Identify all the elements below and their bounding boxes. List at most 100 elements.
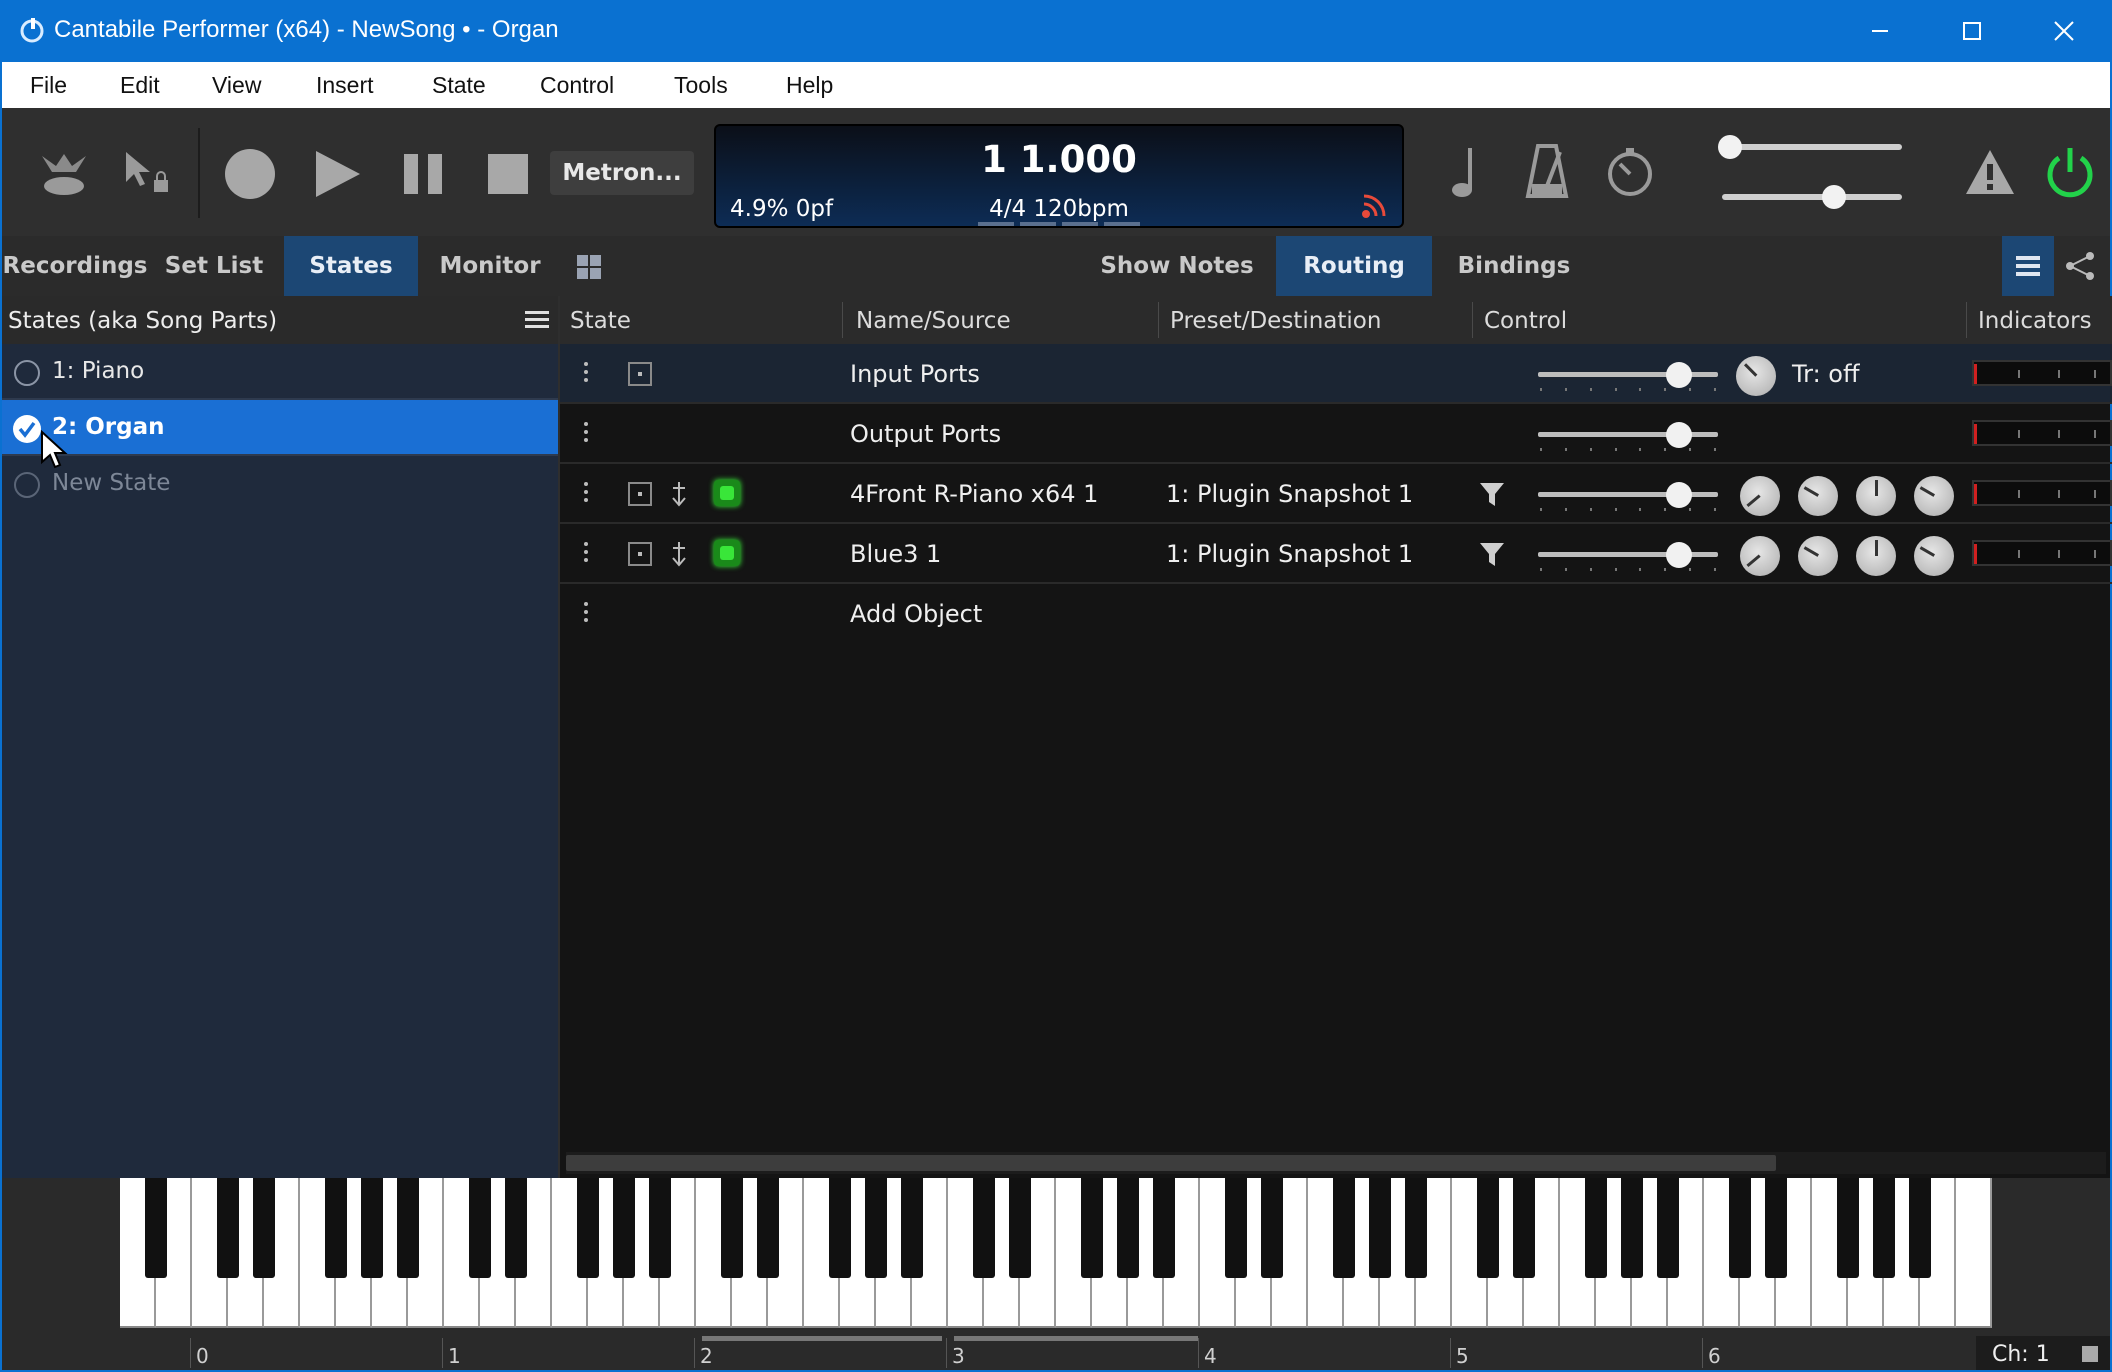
black-key[interactable] bbox=[217, 1178, 239, 1278]
black-key[interactable] bbox=[1873, 1178, 1895, 1278]
black-key[interactable] bbox=[253, 1178, 275, 1278]
state-radio[interactable] bbox=[14, 472, 40, 498]
menu-view[interactable]: View bbox=[212, 72, 261, 99]
minimize-button[interactable] bbox=[1834, 0, 1926, 62]
black-key[interactable] bbox=[613, 1178, 635, 1278]
active-led-icon[interactable] bbox=[714, 540, 740, 566]
master-input-slider[interactable] bbox=[1720, 144, 1902, 150]
metronome-toggle-button[interactable] bbox=[1522, 140, 1572, 202]
white-key[interactable] bbox=[1956, 1178, 1992, 1328]
state-item-organ[interactable]: 2: Organ bbox=[2, 400, 558, 456]
param-knob-4[interactable] bbox=[1914, 476, 1954, 516]
param-knob-1[interactable] bbox=[1740, 476, 1780, 516]
connections-view-button[interactable] bbox=[2060, 250, 2100, 282]
transpose-knob[interactable] bbox=[1736, 356, 1776, 396]
stop-button[interactable] bbox=[480, 146, 536, 202]
black-key[interactable] bbox=[469, 1178, 491, 1278]
list-view-button[interactable] bbox=[2002, 236, 2054, 296]
black-key[interactable] bbox=[1909, 1178, 1931, 1278]
black-key[interactable] bbox=[649, 1178, 671, 1278]
black-key[interactable] bbox=[1765, 1178, 1787, 1278]
drag-handle-icon[interactable] bbox=[584, 480, 590, 508]
menu-file[interactable]: File bbox=[30, 72, 67, 99]
column-indicators[interactable]: Indicators bbox=[1978, 308, 2092, 334]
black-key[interactable] bbox=[1405, 1178, 1427, 1278]
tab-recordings[interactable]: Recordings bbox=[3, 236, 148, 296]
routing-row-blue3[interactable]: Blue3 1 1: Plugin Snapshot 1 bbox=[560, 524, 2112, 584]
expand-icon[interactable] bbox=[628, 542, 652, 566]
menu-state[interactable]: State bbox=[432, 72, 486, 99]
transport-display[interactable]: 1 1.000 4.9% 0pf 4/4 120bpm bbox=[714, 124, 1404, 228]
view-grid-button[interactable] bbox=[574, 252, 604, 282]
horizontal-scrollbar[interactable] bbox=[566, 1152, 2106, 1174]
menu-insert[interactable]: Insert bbox=[316, 72, 374, 99]
midi-down-arrow-icon[interactable] bbox=[670, 480, 688, 508]
note-button[interactable] bbox=[1442, 142, 1486, 202]
drag-handle-icon[interactable] bbox=[584, 360, 590, 388]
black-key[interactable] bbox=[757, 1178, 779, 1278]
horizontal-scrollbar-thumb[interactable] bbox=[566, 1155, 1776, 1171]
row-preset[interactable]: 1: Plugin Snapshot 1 bbox=[1166, 540, 1413, 568]
add-object-button[interactable]: Add Object bbox=[850, 600, 982, 628]
gain-slider-thumb[interactable] bbox=[1666, 542, 1692, 568]
filter-icon[interactable] bbox=[1478, 480, 1506, 508]
spotlight-button[interactable] bbox=[36, 146, 92, 202]
menu-control[interactable]: Control bbox=[540, 72, 614, 99]
param-knob-3[interactable] bbox=[1856, 476, 1896, 516]
hamburger-menu-icon[interactable] bbox=[524, 308, 550, 332]
expand-icon[interactable] bbox=[628, 362, 652, 386]
routing-row-input-ports[interactable]: Input Ports Tr: off bbox=[560, 344, 2112, 404]
tab-show-notes[interactable]: Show Notes bbox=[1092, 236, 1262, 296]
gain-slider-thumb[interactable] bbox=[1666, 422, 1692, 448]
timer-button[interactable] bbox=[1604, 146, 1656, 198]
active-led-icon[interactable] bbox=[714, 480, 740, 506]
play-button[interactable] bbox=[308, 146, 364, 202]
black-key[interactable] bbox=[1729, 1178, 1751, 1278]
row-preset[interactable]: 1: Plugin Snapshot 1 bbox=[1166, 480, 1413, 508]
close-button[interactable] bbox=[2018, 0, 2110, 62]
routing-row-output-ports[interactable]: Output Ports bbox=[560, 404, 2112, 464]
column-control[interactable]: Control bbox=[1484, 308, 1567, 334]
black-key[interactable] bbox=[145, 1178, 167, 1278]
black-key[interactable] bbox=[1117, 1178, 1139, 1278]
master-output-slider[interactable] bbox=[1722, 194, 1902, 200]
black-key[interactable] bbox=[1513, 1178, 1535, 1278]
black-key[interactable] bbox=[1621, 1178, 1643, 1278]
maximize-button[interactable] bbox=[1926, 0, 2018, 62]
pause-button[interactable] bbox=[396, 146, 452, 202]
param-knob-2[interactable] bbox=[1798, 536, 1838, 576]
black-key[interactable] bbox=[865, 1178, 887, 1278]
menu-tools[interactable]: Tools bbox=[674, 72, 728, 99]
routing-row-add-object[interactable]: Add Object bbox=[560, 584, 2112, 644]
black-key[interactable] bbox=[1261, 1178, 1283, 1278]
param-knob-2[interactable] bbox=[1798, 476, 1838, 516]
metronome-button[interactable]: Metron... bbox=[550, 151, 694, 195]
black-key[interactable] bbox=[397, 1178, 419, 1278]
midi-down-arrow-icon[interactable] bbox=[670, 540, 688, 568]
power-button[interactable] bbox=[2042, 144, 2098, 200]
lock-cursor-button[interactable] bbox=[120, 146, 176, 202]
black-key[interactable] bbox=[829, 1178, 851, 1278]
black-key[interactable] bbox=[721, 1178, 743, 1278]
black-key[interactable] bbox=[1333, 1178, 1355, 1278]
black-key[interactable] bbox=[325, 1178, 347, 1278]
state-item-piano[interactable]: 1: Piano bbox=[2, 344, 558, 400]
black-key[interactable] bbox=[505, 1178, 527, 1278]
drag-handle-icon[interactable] bbox=[584, 540, 590, 568]
black-key[interactable] bbox=[1585, 1178, 1607, 1278]
black-key[interactable] bbox=[901, 1178, 923, 1278]
menu-help[interactable]: Help bbox=[786, 72, 833, 99]
column-preset-destination[interactable]: Preset/Destination bbox=[1170, 308, 1381, 334]
gain-slider-thumb[interactable] bbox=[1666, 362, 1692, 388]
black-key[interactable] bbox=[1009, 1178, 1031, 1278]
black-key[interactable] bbox=[1081, 1178, 1103, 1278]
filter-icon[interactable] bbox=[1478, 540, 1506, 568]
warnings-button[interactable] bbox=[1964, 146, 2016, 198]
gain-slider-thumb[interactable] bbox=[1666, 482, 1692, 508]
tab-monitor[interactable]: Monitor bbox=[424, 236, 556, 296]
black-key[interactable] bbox=[361, 1178, 383, 1278]
param-knob-3[interactable] bbox=[1856, 536, 1896, 576]
black-key[interactable] bbox=[1225, 1178, 1247, 1278]
master-output-slider-thumb[interactable] bbox=[1822, 185, 1846, 209]
master-input-slider-thumb[interactable] bbox=[1718, 135, 1742, 159]
